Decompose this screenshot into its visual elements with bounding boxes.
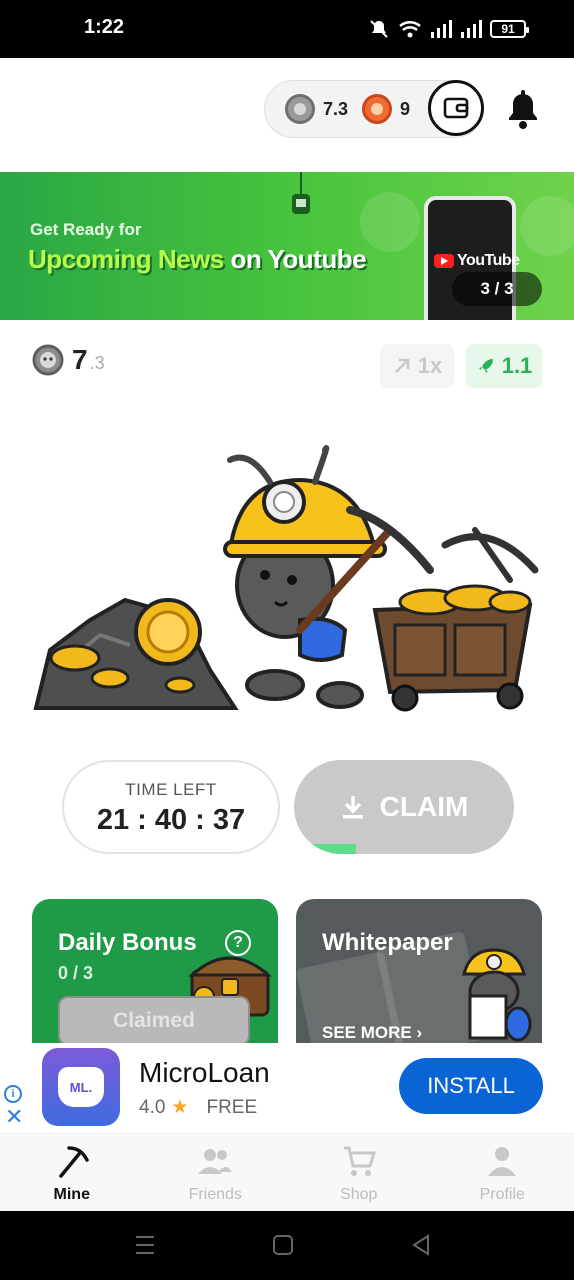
cart-icon bbox=[343, 1146, 376, 1176]
youtube-play-icon bbox=[434, 254, 454, 268]
whitepaper-title: Whitepaper bbox=[322, 929, 453, 956]
banner-headline-rest: on Youtube bbox=[230, 244, 367, 274]
youtube-logo: YouTube bbox=[434, 252, 520, 270]
microloan-app-icon: ML. bbox=[42, 1048, 120, 1126]
mining-balance: 7 .3 bbox=[32, 344, 105, 376]
claimed-button[interactable]: Claimed bbox=[58, 996, 250, 1046]
wifi-icon bbox=[399, 21, 421, 38]
time-left-display: TIME LEFT 21 : 40 : 37 bbox=[62, 760, 280, 854]
nav-item-mine[interactable]: Mine bbox=[0, 1134, 144, 1211]
claim-progress-bar bbox=[294, 844, 356, 854]
time-left-label: TIME LEFT bbox=[125, 780, 217, 799]
install-button[interactable]: INSTALL bbox=[399, 1058, 543, 1114]
youtube-brand-text: YouTube bbox=[457, 252, 520, 269]
app-header: 7.3 9 bbox=[0, 58, 574, 172]
app-icon-text: ML. bbox=[58, 1067, 104, 1107]
nav-item-profile[interactable]: Profile bbox=[431, 1134, 574, 1211]
see-more-link[interactable]: SEE MORE › bbox=[322, 1023, 422, 1043]
daily-bonus-progress: 0 / 3 bbox=[58, 963, 94, 983]
balance-integer: 7 bbox=[72, 344, 88, 375]
system-nav-bar bbox=[0, 1211, 574, 1280]
wallet-icon bbox=[443, 97, 469, 119]
rocket-icon bbox=[478, 359, 493, 373]
ad-price: FREE bbox=[206, 1096, 258, 1118]
speed-value: 1.1 bbox=[501, 353, 533, 378]
nav-label-friends: Friends bbox=[188, 1186, 242, 1203]
boost-value: 1x bbox=[417, 353, 443, 378]
ad-app-name: MicroLoan bbox=[139, 1057, 270, 1088]
time-left-value: 21 : 40 : 37 bbox=[96, 804, 246, 836]
banner-decoration-2 bbox=[520, 196, 574, 256]
menu-icon[interactable] bbox=[134, 1233, 156, 1257]
speed-chip[interactable]: 1.1 bbox=[466, 344, 542, 388]
boost-chip[interactable]: 1x bbox=[380, 344, 454, 388]
nav-label-profile: Profile bbox=[479, 1186, 525, 1203]
ad-banner[interactable]: i ✕ ML. MicroLoan 4.0 ★ FREE INSTALL bbox=[0, 1043, 574, 1133]
nav-item-shop[interactable]: Shop bbox=[287, 1134, 431, 1211]
promo-banner[interactable]: Get Ready for Upcoming News on Youtube Y… bbox=[0, 172, 574, 320]
orange-coin-icon bbox=[362, 94, 393, 124]
person-icon bbox=[488, 1147, 517, 1176]
banner-headline-accent: Upcoming News bbox=[28, 244, 224, 274]
battery-icon: 91 bbox=[490, 20, 529, 38]
silver-coin-icon bbox=[285, 94, 315, 124]
claim-label: CLAIM bbox=[379, 791, 469, 822]
nav-item-friends[interactable]: Friends bbox=[144, 1134, 288, 1211]
silver-balance: 7.3 bbox=[323, 98, 349, 119]
mute-icon bbox=[370, 20, 388, 38]
banner-headline: Upcoming News on Youtube bbox=[28, 244, 367, 275]
lamp-icon bbox=[292, 172, 310, 214]
whitepaper-card[interactable]: Whitepaper SEE MORE › bbox=[296, 899, 542, 1049]
banner-pager: 3 / 3 bbox=[452, 272, 542, 306]
pickaxe-icon bbox=[59, 1146, 89, 1178]
wallet-button[interactable] bbox=[428, 80, 484, 136]
claim-button[interactable]: CLAIM bbox=[294, 760, 514, 854]
home-icon[interactable] bbox=[272, 1233, 294, 1257]
miner-ant-illustration bbox=[33, 445, 539, 712]
daily-bonus-title: Daily Bonus bbox=[58, 929, 197, 956]
banner-decoration bbox=[360, 192, 420, 252]
info-icon[interactable]: i bbox=[4, 1085, 22, 1103]
back-icon[interactable] bbox=[410, 1233, 432, 1257]
silver-coin-icon bbox=[32, 344, 64, 376]
app-screen: 1:22 91 7.3 9 Get Ready for Upcoming New… bbox=[0, 0, 574, 1280]
close-icon[interactable]: ✕ bbox=[5, 1106, 23, 1128]
status-time: 1:22 bbox=[84, 16, 125, 38]
banner-pre-title: Get Ready for bbox=[30, 220, 142, 239]
nav-label-shop: Shop bbox=[340, 1186, 378, 1203]
signal-icon-2 bbox=[461, 20, 482, 38]
orange-balance: 9 bbox=[400, 98, 411, 119]
friends-icon bbox=[198, 1149, 233, 1174]
bottom-nav: Mine Friends Shop Profile bbox=[0, 1133, 574, 1211]
ad-rating: 4.0 bbox=[139, 1096, 166, 1118]
status-bar: 1:22 91 bbox=[0, 0, 574, 58]
daily-bonus-card[interactable]: Daily Bonus ? 0 / 3 Claimed bbox=[32, 899, 278, 1049]
star-icon: ★ bbox=[171, 1097, 189, 1118]
signal-icon bbox=[431, 20, 452, 38]
status-icons: 91 bbox=[368, 18, 529, 40]
nav-label-mine: Mine bbox=[53, 1186, 90, 1203]
reading-ant-icon bbox=[462, 948, 532, 1042]
notification-bell-icon[interactable] bbox=[505, 90, 541, 130]
ad-meta: 4.0 ★ FREE bbox=[139, 1096, 257, 1119]
balance-decimal: .3 bbox=[89, 353, 105, 373]
download-icon bbox=[342, 796, 363, 819]
arrow-up-right-icon bbox=[394, 358, 409, 373]
